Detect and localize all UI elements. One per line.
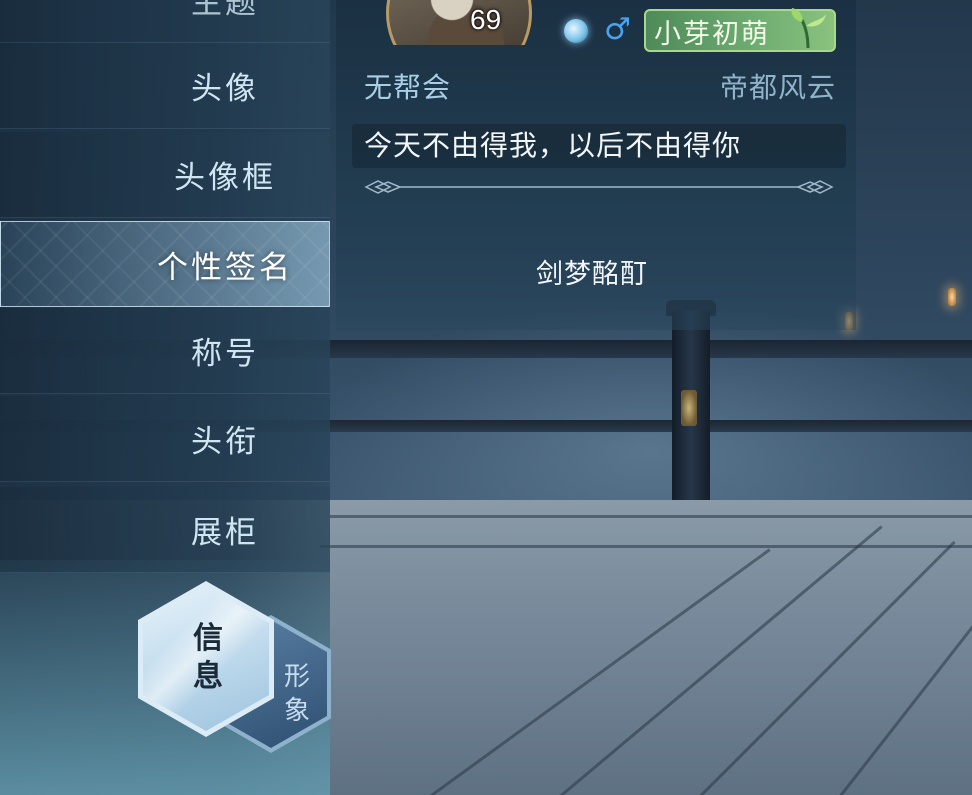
menu-item-label: 展柜 xyxy=(191,515,259,551)
deck-plank-line xyxy=(330,515,972,518)
rank-badge-label: 小芽初萌 xyxy=(654,19,770,50)
appearance-tab-label: 形象 xyxy=(283,662,310,726)
menu-item-avatar-frame[interactable]: 头像框 xyxy=(0,132,330,218)
menu-item-label: 称号 xyxy=(191,336,259,372)
deck-plank-line xyxy=(320,545,972,548)
player-title: 剑梦酩酊 xyxy=(536,259,648,290)
menu-item-theme[interactable]: 主题 xyxy=(0,0,330,43)
menu-item-showcase[interactable]: 展柜 xyxy=(0,487,330,573)
ornament-divider xyxy=(364,180,834,194)
avatar-portrait xyxy=(386,0,532,45)
male-icon: ♂ xyxy=(604,12,631,47)
avatar[interactable] xyxy=(386,0,532,45)
menu-item-label: 头衔 xyxy=(191,424,259,460)
player-level: 69 xyxy=(470,4,502,35)
menu-item-rank[interactable]: 头衔 xyxy=(0,396,330,482)
info-tab-label: 信息 xyxy=(193,621,223,694)
distant-lantern xyxy=(948,288,956,306)
orb-icon xyxy=(564,19,588,43)
post-lamp xyxy=(681,390,697,426)
menu-item-title[interactable]: 称号 xyxy=(0,308,330,394)
menu-item-label: 头像 xyxy=(191,71,259,107)
menu-item-avatar[interactable]: 头像 xyxy=(0,43,330,129)
menu-item-label: 主题 xyxy=(191,0,259,21)
server-name: 帝都风云 xyxy=(719,71,836,104)
menu-item-label: 头像框 xyxy=(174,160,276,196)
signature-field[interactable]: 今天不由得我，以后不由得你 xyxy=(352,124,846,168)
menu-item-signature[interactable]: 个性签名 xyxy=(0,221,330,307)
menu-item-label: 个性签名 xyxy=(157,249,293,286)
sprout-icon xyxy=(791,8,826,49)
guild-name: 无帮会 xyxy=(364,71,452,104)
